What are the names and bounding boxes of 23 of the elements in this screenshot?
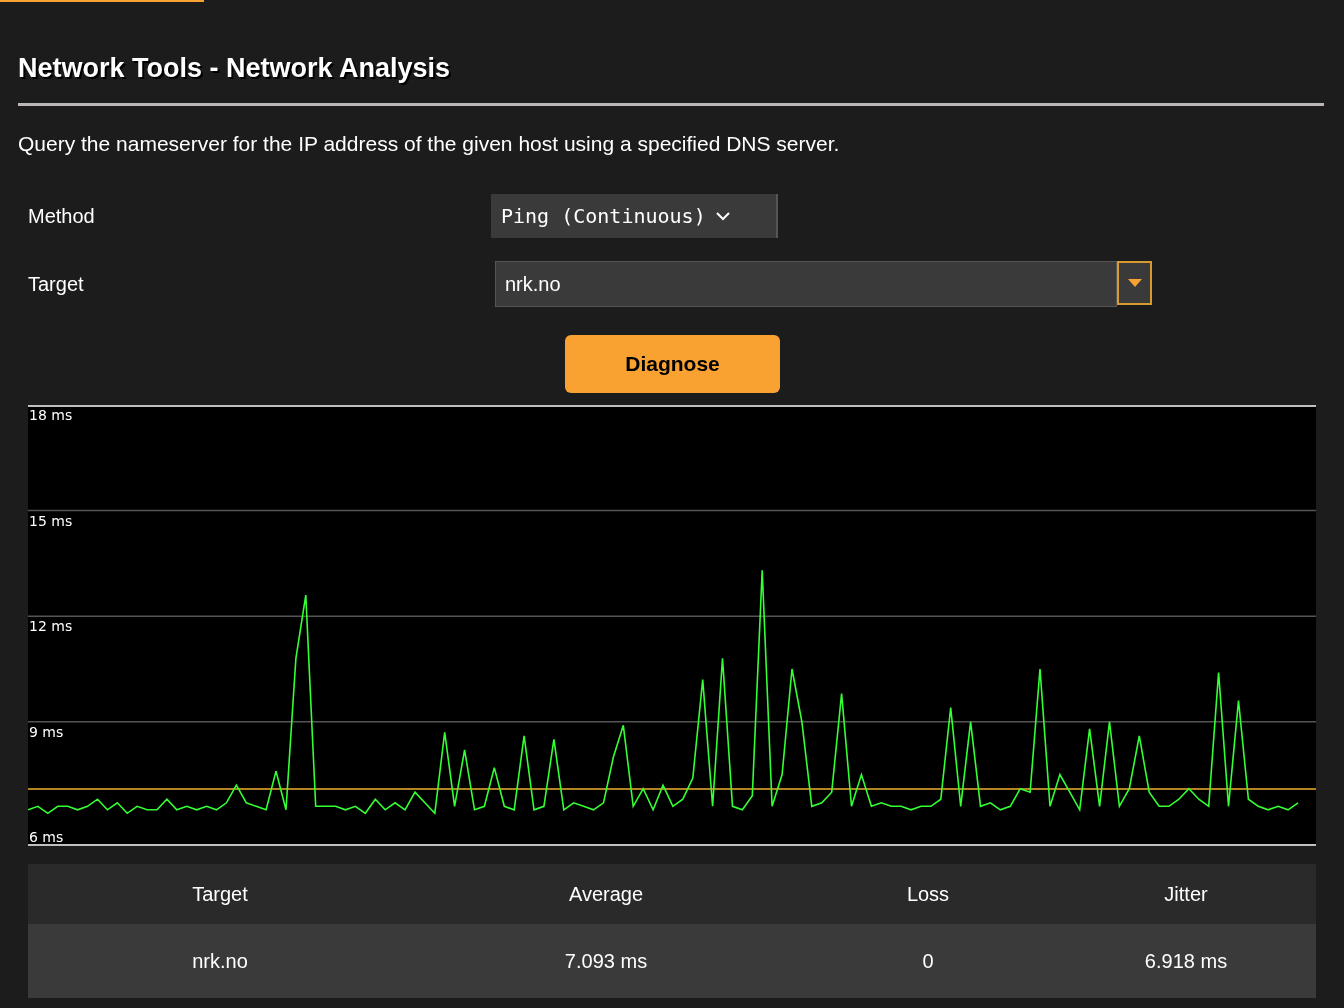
column-header: Loss — [800, 864, 1056, 924]
column-header: Target — [28, 864, 412, 924]
table-cell: nrk.no — [28, 924, 412, 998]
column-header: Jitter — [1056, 864, 1316, 924]
description: Query the nameserver for the IP address of the given host using a specified DNS server. — [18, 131, 840, 157]
axis-label: 18 ms — [29, 407, 73, 423]
dropdown-button[interactable] — [1117, 261, 1152, 305]
column-header: Average — [412, 864, 800, 924]
method-label: Method — [28, 204, 95, 228]
page-title: Network Tools - Network Analysis — [18, 52, 451, 85]
table-cell: 6.918 ms — [1056, 924, 1316, 998]
target-label: Target — [28, 272, 84, 296]
table-cell: 7.093 ms — [412, 924, 800, 998]
target-input[interactable]: nrk.no — [495, 261, 1117, 307]
axis-label: 15 ms — [29, 512, 73, 529]
axis-label: 9 ms — [29, 723, 64, 740]
diagnose-button[interactable]: Diagnose — [565, 335, 780, 393]
caret-down-icon — [1127, 279, 1142, 287]
table-cell: 0 — [800, 924, 1056, 998]
axis-label: 12 ms — [29, 618, 73, 635]
chevron-down-icon — [715, 211, 730, 221]
method-select[interactable]: Ping (Continuous) — [491, 194, 778, 238]
axis-label: 6 ms — [29, 829, 64, 846]
